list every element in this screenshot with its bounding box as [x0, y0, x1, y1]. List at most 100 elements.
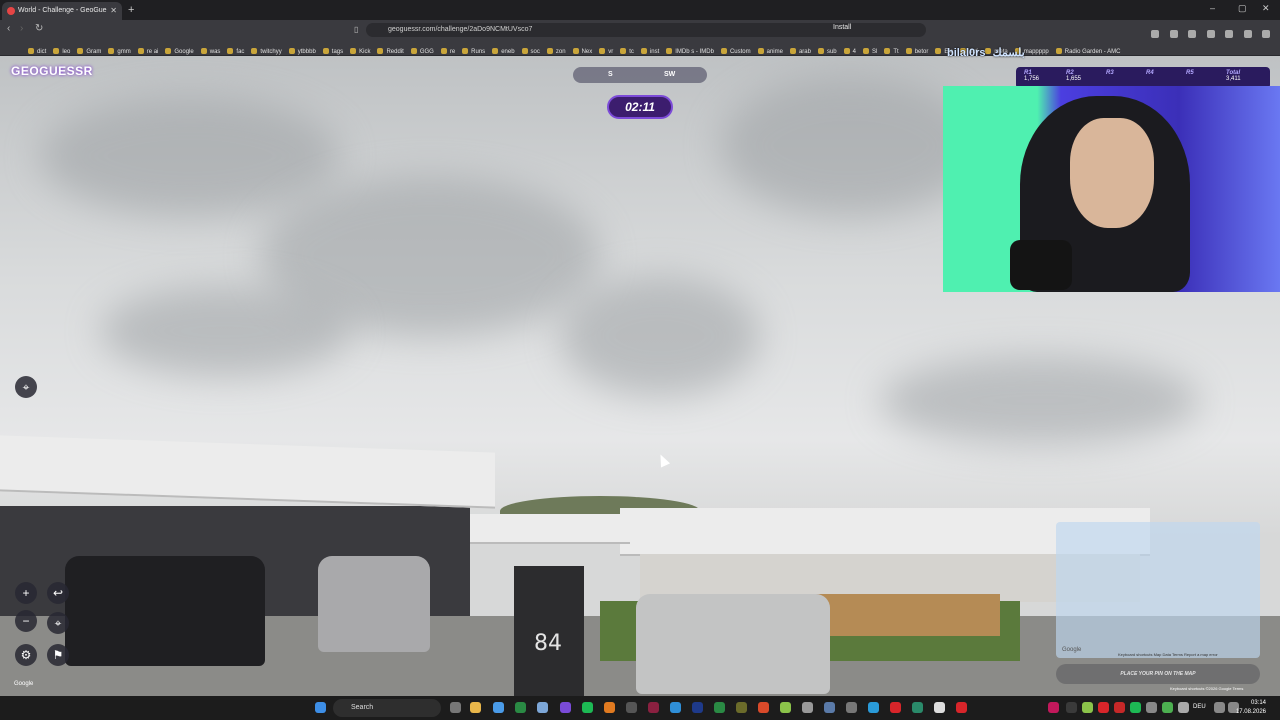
tray-icon[interactable]: [1178, 702, 1189, 713]
network-icon[interactable]: [1214, 702, 1225, 713]
menu-icon[interactable]: [1262, 30, 1270, 38]
extension-icon[interactable]: [1151, 30, 1160, 38]
bookmark-item[interactable]: anime: [758, 45, 783, 55]
bookmark-item[interactable]: fac: [227, 45, 244, 55]
steam-icon[interactable]: [824, 702, 835, 713]
forward-icon[interactable]: ›: [20, 23, 23, 34]
bookmark-item[interactable]: dict: [28, 45, 46, 55]
settings-gear-icon[interactable]: ⚙: [15, 644, 37, 666]
bookmark-item[interactable]: Sl: [863, 45, 877, 55]
bookmark-item[interactable]: GGG: [411, 45, 434, 55]
taskbar-app-icon[interactable]: [846, 702, 857, 713]
taskbar-app-icon[interactable]: [802, 702, 813, 713]
bookmark-item[interactable]: arab: [790, 45, 811, 55]
install-button[interactable]: Install: [833, 24, 851, 31]
zoom-out-button[interactable]: −: [15, 610, 37, 632]
extension-icon[interactable]: [1243, 30, 1252, 38]
bookmark-item[interactable]: inst: [641, 45, 659, 55]
taskbar-app-icon[interactable]: [604, 702, 615, 713]
tray-icon[interactable]: [1098, 702, 1109, 713]
tray-icon[interactable]: [1114, 702, 1125, 713]
bookmark-item[interactable]: Tt: [884, 45, 898, 55]
bookmark-item[interactable]: Custom: [721, 45, 751, 55]
close-tab-icon[interactable]: ✕: [110, 2, 117, 20]
bookmark-item[interactable]: was: [201, 45, 221, 55]
bookmark-item[interactable]: 4: [844, 45, 856, 55]
bookmark-item[interactable]: ytbbbb: [289, 45, 316, 55]
tab-geoguessr[interactable]: World - Challenge - GeoGue ✕: [2, 2, 122, 20]
tray-icon[interactable]: [1146, 702, 1157, 713]
back-icon[interactable]: ‹: [7, 23, 10, 34]
flag-icon[interactable]: ⚑: [47, 644, 69, 666]
tray-icon[interactable]: [1082, 702, 1093, 713]
bookmark-item[interactable]: sub: [818, 45, 837, 55]
undo-move-button[interactable]: ↩: [47, 582, 69, 604]
zoom-in-button[interactable]: +: [15, 582, 37, 604]
taskbar-app-icon[interactable]: [626, 702, 637, 713]
taskbar-app-icon[interactable]: [868, 702, 879, 713]
taskbar-app-icon[interactable]: [912, 702, 923, 713]
bookmark-item[interactable]: leo: [53, 45, 70, 55]
bookmark-item[interactable]: Google: [165, 45, 193, 55]
bookmark-item[interactable]: Gram: [77, 45, 101, 55]
bookmark-item[interactable]: twitchyy: [251, 45, 281, 55]
bookmark-item[interactable]: eneb: [492, 45, 514, 55]
bookmark-item[interactable]: re: [441, 45, 455, 55]
tray-icon[interactable]: [1048, 702, 1059, 713]
new-tab-icon[interactable]: +: [128, 2, 134, 18]
extension-icon[interactable]: [1188, 30, 1197, 38]
bookmark-item[interactable]: vr: [599, 45, 613, 55]
bookmark-item[interactable]: gmm: [108, 45, 130, 55]
bookmark-item[interactable]: tc: [620, 45, 634, 55]
opera-icon[interactable]: [890, 702, 901, 713]
photoshop-icon[interactable]: [692, 702, 703, 713]
reload-icon[interactable]: ↻: [35, 23, 43, 34]
url-text: geoguessr.com/challenge/2aDo9NCMtUVsco7: [388, 26, 533, 33]
score-r4: R4: [1146, 70, 1154, 76]
taskbar-app-icon[interactable]: [515, 702, 526, 713]
tray-icon[interactable]: [1066, 702, 1077, 713]
taskbar-app-icon[interactable]: [780, 702, 791, 713]
taskbar-app-icon[interactable]: [956, 702, 967, 713]
extension-icon[interactable]: [1169, 30, 1178, 38]
start-windows-icon[interactable]: [315, 702, 326, 713]
tray-icon[interactable]: [1130, 702, 1141, 713]
bookmark-item[interactable]: Radio Garden - AMC: [1056, 45, 1121, 55]
bookmark-item[interactable]: Reddit: [377, 45, 403, 55]
bookmark-item[interactable]: tags: [323, 45, 343, 55]
minimize-icon[interactable]: –: [1210, 3, 1215, 13]
report-location-icon[interactable]: ⌖: [15, 376, 37, 398]
bookmark-item[interactable]: Kick: [350, 45, 370, 55]
taskbar-app-icon[interactable]: [560, 702, 571, 713]
bookmark-item[interactable]: soc: [522, 45, 540, 55]
bookmark-item[interactable]: Runs: [462, 45, 485, 55]
extension-icon[interactable]: [1225, 30, 1234, 38]
bookmark-item[interactable]: Nex: [573, 45, 593, 55]
extension-icon[interactable]: [1206, 30, 1215, 38]
bookmark-icon[interactable]: ▯: [354, 25, 358, 34]
taskbar-app-icon[interactable]: [714, 702, 725, 713]
bookmark-item[interactable]: re ai: [138, 45, 159, 55]
taskbar-app-icon[interactable]: [670, 702, 681, 713]
file-explorer-icon[interactable]: [470, 702, 481, 713]
maximize-icon[interactable]: ▢: [1238, 3, 1247, 14]
input-language[interactable]: DEU: [1193, 704, 1206, 710]
system-clock[interactable]: 03:14 17.08.2026: [1236, 699, 1266, 717]
return-to-start-icon[interactable]: ⌖: [47, 612, 69, 634]
spotify-icon[interactable]: [582, 702, 593, 713]
guess-button[interactable]: PLACE YOUR PIN ON THE MAP: [1056, 664, 1260, 684]
taskbar-app-icon[interactable]: [450, 702, 461, 713]
taskbar-app-icon[interactable]: [736, 702, 747, 713]
tray-icon[interactable]: [1162, 702, 1173, 713]
taskbar-app-icon[interactable]: [537, 702, 548, 713]
taskbar-app-icon[interactable]: [648, 702, 659, 713]
brave-browser-icon[interactable]: [758, 702, 769, 713]
taskbar-app-icon[interactable]: [934, 702, 945, 713]
close-window-icon[interactable]: ✕: [1262, 3, 1270, 14]
guess-minimap[interactable]: [1056, 522, 1260, 658]
taskbar-search[interactable]: Search: [333, 699, 441, 717]
taskbar-app-icon[interactable]: [493, 702, 504, 713]
bookmark-item[interactable]: IMDb s - IMDb: [666, 45, 714, 55]
bookmark-item[interactable]: zon: [547, 45, 566, 55]
bookmark-item[interactable]: betor: [906, 45, 929, 55]
